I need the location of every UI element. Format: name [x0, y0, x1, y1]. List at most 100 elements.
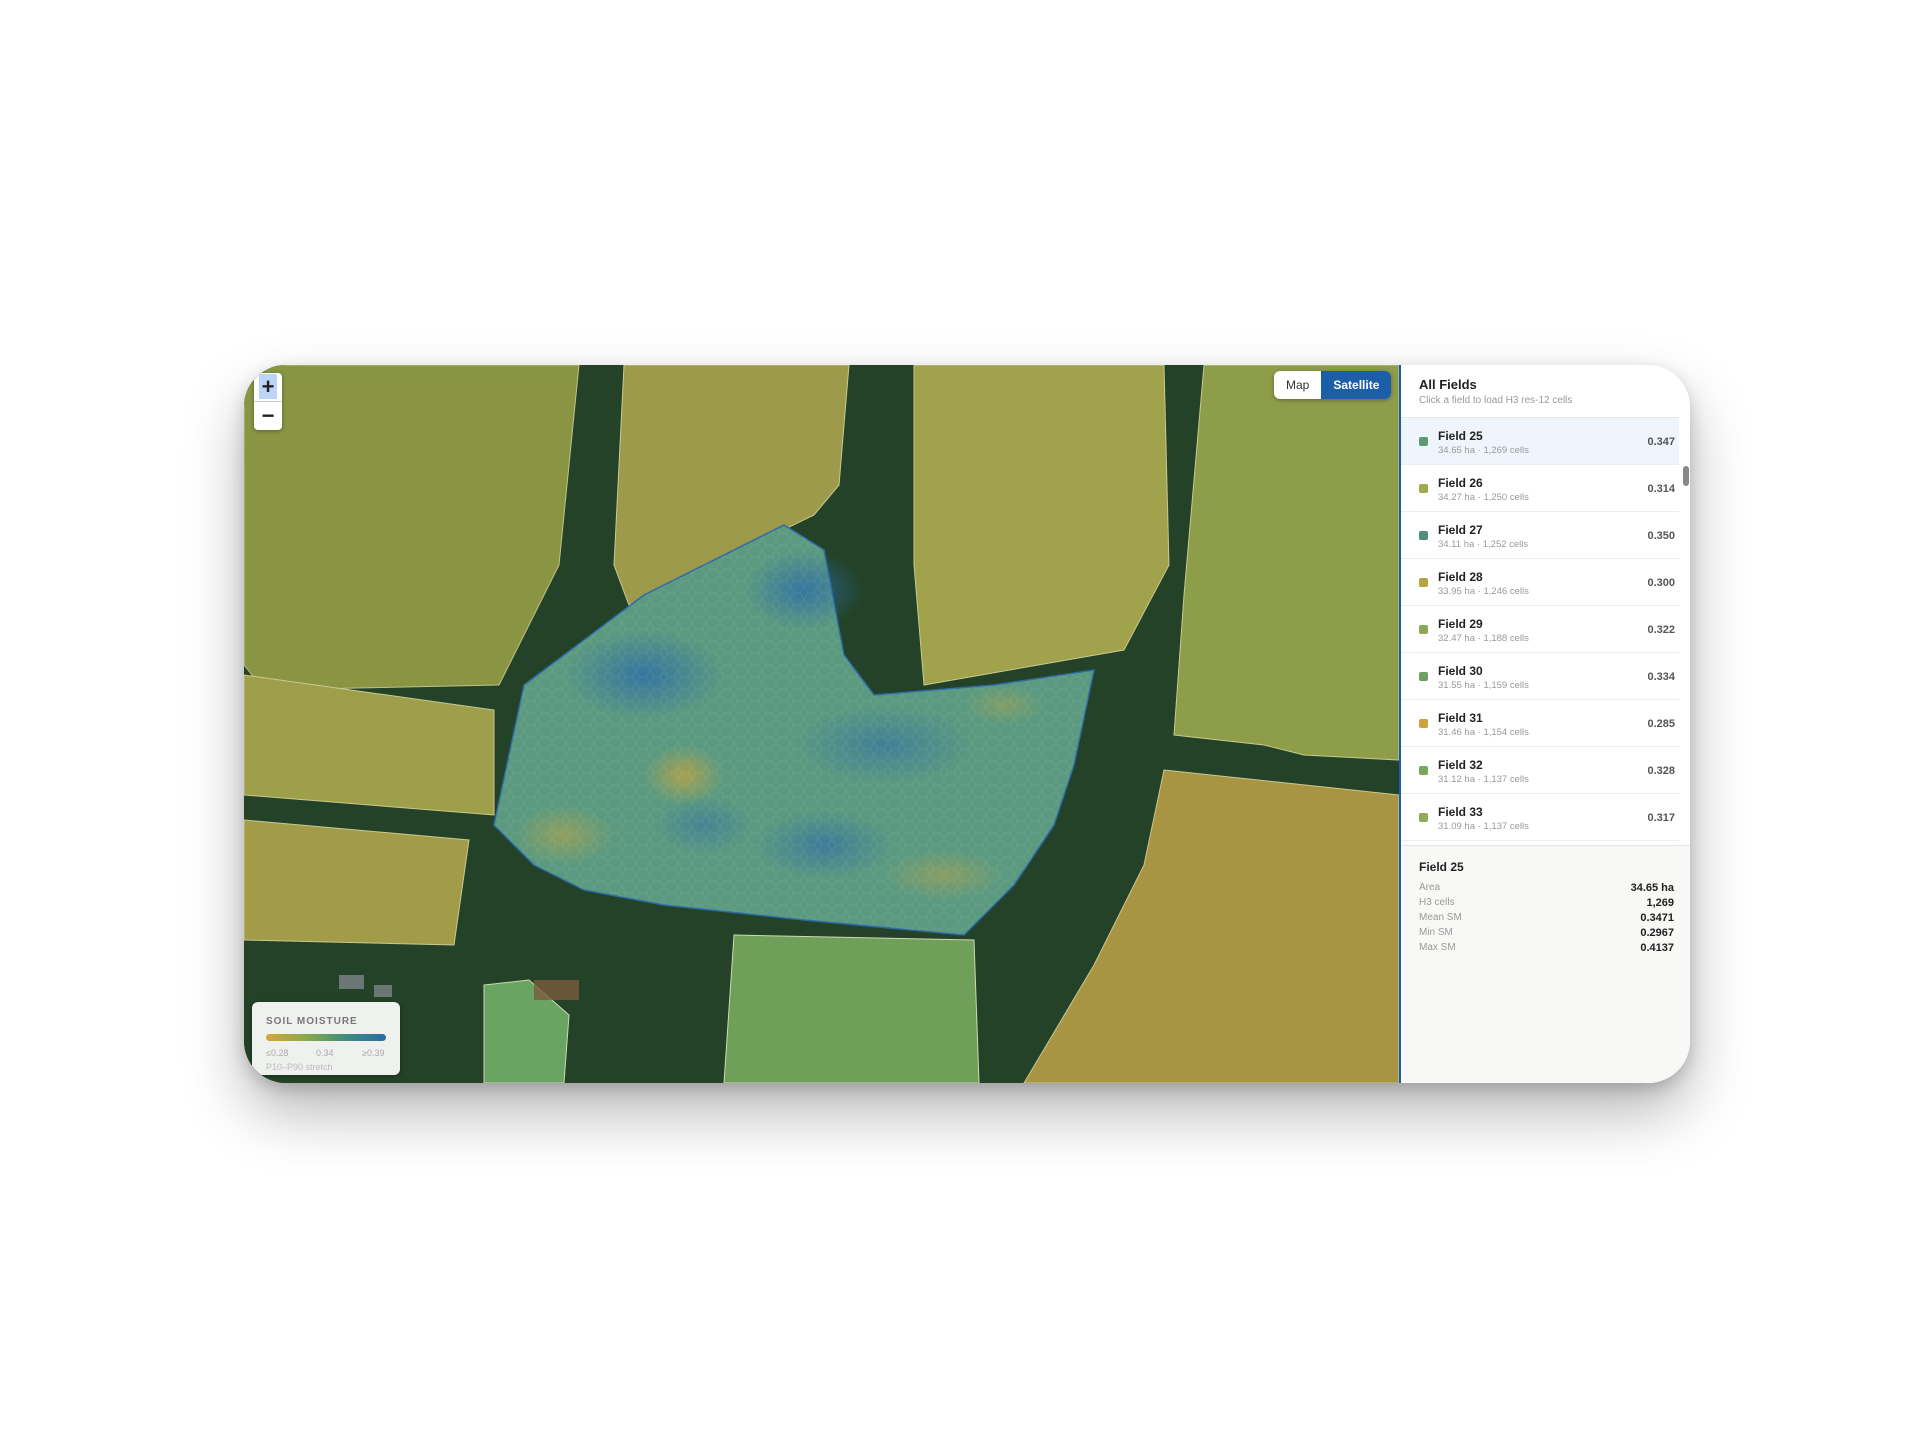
- field-meta: 32.47 ha · 1,188 cells: [1438, 633, 1529, 644]
- scrollbar-thumb[interactable]: [1683, 466, 1689, 486]
- field-meta: 31.09 ha · 1,137 cells: [1438, 821, 1529, 832]
- field-cells: 1,137 cells: [1483, 821, 1529, 832]
- field-list[interactable]: Field 25 34.65 ha · 1,269 cells 0.347 Field…: [1401, 417, 1679, 846]
- panel-header: All Fields Click a field to load H3 res-…: [1419, 377, 1572, 406]
- field-color-swatch: [1419, 766, 1428, 775]
- field-area: 31.12 ha: [1438, 774, 1475, 785]
- field-color-swatch: [1419, 719, 1428, 728]
- detail-value: 0.2967: [1640, 927, 1674, 939]
- field-meta: 34.27 ha · 1,250 cells: [1438, 492, 1529, 503]
- panel-subtitle: Click a field to load H3 res-12 cells: [1419, 395, 1573, 406]
- field-name: Field 30: [1438, 664, 1483, 678]
- detail-key: Area: [1419, 882, 1441, 893]
- field-meta: 31.46 ha · 1,154 cells: [1438, 727, 1529, 738]
- detail-row: Mean SM 0.3471: [1419, 912, 1674, 926]
- field-cells: 1,159 cells: [1483, 680, 1529, 691]
- fields-panel: All Fields Click a field to load H3 res-…: [1399, 365, 1690, 1083]
- zoom-in-button[interactable]: +: [254, 373, 282, 402]
- list-scrollbar[interactable]: [1683, 420, 1689, 840]
- field-meta: 34.11 ha · 1,252 cells: [1438, 539, 1528, 550]
- field-polygon[interactable]: [723, 934, 980, 1083]
- field-color-swatch: [1419, 813, 1428, 822]
- detail-key: Mean SM: [1419, 912, 1462, 923]
- detail-key: Max SM: [1419, 942, 1456, 953]
- legend-color-ramp: [266, 1034, 386, 1041]
- legend-stretch-note: P10–P90 stretch: [266, 1062, 333, 1072]
- satellite-view-button[interactable]: Satellite: [1321, 371, 1392, 399]
- field-meta: 33.95 ha · 1,246 cells: [1438, 586, 1529, 597]
- detail-row: Max SM 0.4137: [1419, 942, 1674, 956]
- legend-tick-mid: 0.34: [316, 1048, 334, 1058]
- field-cells: 1,246 cells: [1483, 586, 1529, 597]
- field-cells: 1,137 cells: [1483, 774, 1529, 785]
- field-mean-value: 0.334: [1647, 671, 1675, 683]
- detail-key: Min SM: [1419, 927, 1453, 938]
- zoom-out-button[interactable]: −: [254, 402, 282, 430]
- basemap-toggle: Map Satellite: [1274, 371, 1392, 399]
- legend-tick-low: ≤0.28: [266, 1048, 289, 1058]
- field-polygon[interactable]: [1173, 365, 1399, 761]
- field-mean-value: 0.317: [1647, 812, 1675, 824]
- legend-title: SOIL MOISTURE: [266, 1016, 358, 1027]
- field-mean-value: 0.285: [1647, 718, 1675, 730]
- field-mean-value: 0.347: [1647, 436, 1675, 448]
- field-meta: 31.55 ha · 1,159 cells: [1438, 680, 1529, 691]
- field-mean-value: 0.314: [1647, 483, 1675, 495]
- meta-separator: ·: [1474, 539, 1483, 550]
- detail-key: H3 cells: [1419, 897, 1455, 908]
- field-mean-value: 0.328: [1647, 765, 1675, 777]
- soil-moisture-legend: SOIL MOISTURE ≤0.28 0.34 ≥0.39 P10–P90 s…: [252, 1002, 400, 1075]
- field-name: Field 32: [1438, 758, 1483, 772]
- legend-tick-high: ≥0.39: [362, 1048, 385, 1058]
- field-mean-value: 0.350: [1647, 530, 1675, 542]
- field-name: Field 28: [1438, 570, 1483, 584]
- field-list-item[interactable]: Field 32 31.12 ha · 1,137 cells 0.328: [1401, 747, 1679, 794]
- field-area: 31.55 ha: [1438, 680, 1475, 691]
- field-meta: 31.12 ha · 1,137 cells: [1438, 774, 1529, 785]
- map-canvas[interactable]: [244, 365, 1399, 1083]
- field-name: Field 33: [1438, 805, 1483, 819]
- field-area: 34.65 ha: [1438, 445, 1475, 456]
- field-list-item[interactable]: Field 27 34.11 ha · 1,252 cells 0.350: [1401, 512, 1679, 559]
- field-color-swatch: [1419, 437, 1428, 446]
- field-list-item[interactable]: Field 28 33.95 ha · 1,246 cells 0.300: [1401, 559, 1679, 606]
- field-list-item[interactable]: Field 29 32.47 ha · 1,188 cells 0.322: [1401, 606, 1679, 653]
- field-area: 34.27 ha: [1438, 492, 1475, 503]
- detail-value: 0.3471: [1640, 912, 1674, 924]
- field-list-item[interactable]: Field 26 34.27 ha · 1,250 cells 0.314: [1401, 465, 1679, 512]
- field-list-item[interactable]: Field 30 31.55 ha · 1,159 cells 0.334: [1401, 653, 1679, 700]
- field-cells: 1,269 cells: [1483, 445, 1529, 456]
- field-color-swatch: [1419, 578, 1428, 587]
- app-window: + − Map Satellite SOIL MOISTURE ≤0.28 0.…: [244, 365, 1690, 1083]
- field-name: Field 25: [1438, 429, 1483, 443]
- field-color-swatch: [1419, 625, 1428, 634]
- field-cells: 1,154 cells: [1483, 727, 1529, 738]
- detail-row: Area 34.65 ha: [1419, 882, 1674, 896]
- field-color-swatch: [1419, 531, 1428, 540]
- detail-row: H3 cells 1,269: [1419, 897, 1674, 911]
- detail-value: 34.65 ha: [1630, 882, 1674, 894]
- field-polygon[interactable]: [913, 365, 1170, 686]
- detail-value: 0.4137: [1640, 942, 1674, 954]
- field-area: 34.11 ha: [1438, 539, 1475, 550]
- field-list-item[interactable]: Field 25 34.65 ha · 1,269 cells 0.347: [1401, 418, 1679, 465]
- field-area: 31.46 ha: [1438, 727, 1475, 738]
- field-cells: 1,252 cells: [1482, 539, 1529, 550]
- field-meta: 34.65 ha · 1,269 cells: [1438, 445, 1529, 456]
- satellite-map[interactable]: + − Map Satellite SOIL MOISTURE ≤0.28 0.…: [244, 365, 1399, 1083]
- field-list-item[interactable]: Field 33 31.09 ha · 1,137 cells 0.317: [1401, 794, 1679, 841]
- field-color-swatch: [1419, 672, 1428, 681]
- field-polygon[interactable]: [244, 819, 470, 946]
- field-area: 32.47 ha: [1438, 633, 1475, 644]
- field-mean-value: 0.322: [1647, 624, 1675, 636]
- field-name: Field 31: [1438, 711, 1483, 725]
- field-name: Field 27: [1438, 523, 1483, 537]
- field-mean-value: 0.300: [1647, 577, 1675, 589]
- field-cells: 1,188 cells: [1483, 633, 1529, 644]
- field-color-swatch: [1419, 484, 1428, 493]
- field-name: Field 26: [1438, 476, 1483, 490]
- field-cells: 1,250 cells: [1483, 492, 1529, 503]
- field-list-item[interactable]: Field 31 31.46 ha · 1,154 cells 0.285: [1401, 700, 1679, 747]
- map-view-button[interactable]: Map: [1274, 371, 1321, 399]
- field-detail: Field 25 Area 34.65 ha H3 cells 1,269 Mean S…: [1401, 845, 1690, 1083]
